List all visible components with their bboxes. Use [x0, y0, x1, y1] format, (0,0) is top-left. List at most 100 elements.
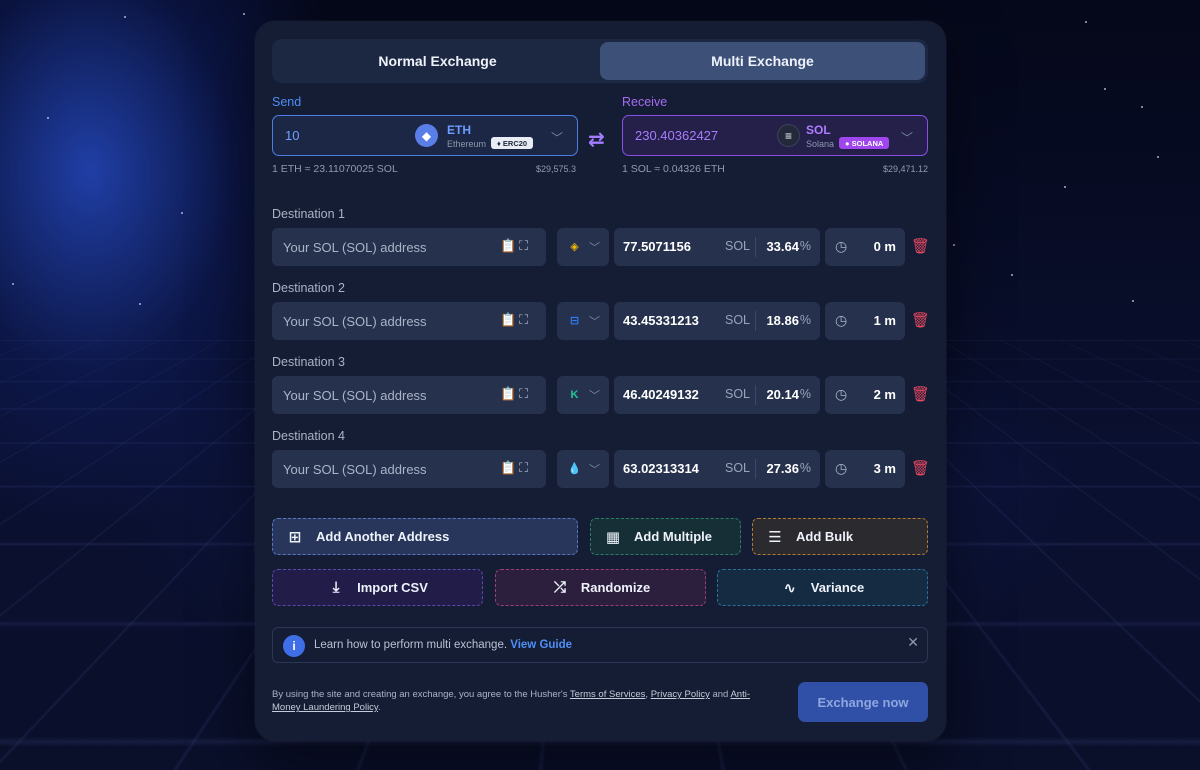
percent-value[interactable]: 18.86 [766, 313, 799, 328]
list-icon: ☰ [768, 528, 782, 546]
send-amount-input[interactable]: 10 [285, 128, 299, 143]
clipboard-icon[interactable]: 📋 [500, 238, 516, 254]
plus-square-icon: ⊞ [288, 528, 302, 546]
delay-value[interactable]: 0 m [874, 239, 896, 254]
destination-label: Destination 1 [272, 207, 345, 221]
star [1085, 21, 1087, 23]
trash-icon[interactable]: 🗑 [911, 311, 930, 329]
address-field[interactable]: 📋 ⛶ [272, 228, 546, 266]
view-guide-link[interactable]: View Guide [510, 639, 572, 651]
delay-value[interactable]: 2 m [874, 387, 896, 402]
amount-unit: SOL [725, 461, 751, 475]
address-input[interactable] [272, 387, 482, 403]
add-multiple-label: Add Multiple [634, 529, 712, 544]
amount-value[interactable]: 46.40249132 [623, 387, 699, 402]
delay-field[interactable]: ◷ 1 m [825, 302, 905, 340]
receive-rate: 1 SOL ≈ 0.04326 ETH [622, 163, 725, 175]
trash-icon[interactable]: 🗑 [911, 385, 930, 403]
destination-label: Destination 3 [272, 355, 345, 369]
address-field[interactable]: 📋 ⛶ [272, 450, 546, 488]
exchange-now-button[interactable]: Exchange now [798, 682, 928, 722]
exchange-mode-tabs: Normal Exchange Multi Exchange [272, 39, 928, 83]
receive-symbol: SOL [806, 123, 831, 137]
address-field[interactable]: 📋 ⛶ [272, 302, 546, 340]
tab-multi-exchange[interactable]: Multi Exchange [600, 42, 925, 80]
address-field[interactable]: 📋 ⛶ [272, 376, 546, 414]
delay-field[interactable]: ◷ 0 m [825, 228, 905, 266]
terms-of-services-link[interactable]: Terms of Services [570, 689, 646, 700]
star [243, 13, 245, 15]
amount-field[interactable]: 77.5071156 SOL 33.64 % [614, 228, 820, 266]
send-label: Send [272, 95, 302, 109]
destination-label: Destination 4 [272, 429, 345, 443]
amount-field[interactable]: 43.45331213 SOL 18.86 % [614, 302, 820, 340]
table-icon: ▦ [605, 528, 621, 546]
divider [755, 311, 756, 331]
chevron-down-icon[interactable]: ﹀ [589, 239, 600, 255]
exchange-select[interactable]: 💧 ﹀ [557, 450, 609, 488]
import-csv-label: Import CSV [357, 580, 428, 595]
amount-field[interactable]: 46.40249132 SOL 20.14 % [614, 376, 820, 414]
receive-label: Receive [622, 95, 668, 109]
amount-unit: SOL [725, 239, 751, 253]
tab-normal-exchange[interactable]: Normal Exchange [275, 42, 600, 80]
chevron-down-icon[interactable]: ﹀ [901, 129, 913, 146]
amount-value[interactable]: 63.02313314 [623, 461, 699, 476]
star [1064, 186, 1066, 188]
delay-value[interactable]: 3 m [874, 461, 896, 476]
chevron-down-icon[interactable]: ﹀ [589, 461, 600, 477]
terms-text: By using the site and creating an exchan… [272, 689, 750, 713]
scan-icon[interactable]: ⛶ [519, 386, 528, 402]
close-icon[interactable]: ✕ [907, 634, 919, 651]
randomize-button[interactable]: ⤮ Randomize [495, 569, 706, 606]
clipboard-icon[interactable]: 📋 [500, 460, 516, 476]
import-csv-button[interactable]: ⤓ Import CSV [272, 569, 483, 606]
add-another-address-label: Add Another Address [316, 529, 450, 544]
exchange-panel: Normal Exchange Multi Exchange Send Rece… [255, 21, 946, 741]
exchange-select[interactable]: ⊟ ﹀ [557, 302, 609, 340]
address-input[interactable] [272, 461, 482, 477]
privacy-policy-link[interactable]: Privacy Policy [651, 689, 710, 700]
trash-icon[interactable]: 🗑 [911, 459, 930, 477]
clipboard-icon[interactable]: 📋 [500, 312, 516, 328]
percent-value[interactable]: 33.64 [766, 239, 799, 254]
scan-icon[interactable]: ⛶ [519, 460, 528, 476]
delay-field[interactable]: ◷ 3 m [825, 450, 905, 488]
exchange-select[interactable]: K ﹀ [557, 376, 609, 414]
amount-value[interactable]: 77.5071156 [623, 239, 691, 254]
kucoin-icon: K [570, 388, 579, 401]
chevron-down-icon[interactable]: ﹀ [589, 387, 600, 403]
clipboard-icon[interactable]: 📋 [500, 386, 516, 402]
amount-value[interactable]: 43.45331213 [623, 313, 699, 328]
variance-button[interactable]: ∿ Variance [717, 569, 928, 606]
drop-icon: 💧 [567, 463, 582, 475]
send-network: Ethereum [447, 139, 487, 149]
clock-icon: ◷ [835, 312, 848, 328]
add-bulk-button[interactable]: ☰ Add Bulk [752, 518, 928, 555]
trash-icon[interactable]: 🗑 [911, 237, 930, 255]
chevron-down-icon[interactable]: ﹀ [589, 313, 600, 329]
delay-value[interactable]: 1 m [874, 313, 896, 328]
swap-icon[interactable]: ⇄ [588, 127, 605, 152]
variance-label: Variance [810, 580, 865, 595]
amount-field[interactable]: 63.02313314 SOL 27.36 % [614, 450, 820, 488]
add-multiple-button[interactable]: ▦ Add Multiple [590, 518, 741, 555]
percent-value[interactable]: 20.14 [766, 387, 799, 402]
star [1141, 106, 1143, 108]
scan-icon[interactable]: ⛶ [519, 238, 528, 254]
address-input[interactable] [272, 313, 482, 329]
add-another-address-button[interactable]: ⊞ Add Another Address [272, 518, 578, 555]
info-message: Learn how to perform multi exchange. [314, 639, 508, 651]
solana-icon: ≡ [777, 124, 800, 147]
divider [755, 237, 756, 257]
chevron-down-icon[interactable]: ﹀ [551, 129, 563, 146]
percent-sign: % [799, 313, 811, 327]
percent-value[interactable]: 27.36 [766, 461, 799, 476]
exchange-select[interactable]: ◈ ﹀ [557, 228, 609, 266]
receive-currency-box[interactable]: 230.40362427 ≡ SOL Solana ● SOLANA ﹀ [622, 115, 928, 156]
delay-field[interactable]: ◷ 2 m [825, 376, 905, 414]
send-currency-box[interactable]: 10 ◆ ETH Ethereum ♦ ERC20 ﹀ [272, 115, 578, 156]
scan-icon[interactable]: ⛶ [519, 312, 528, 328]
star [1104, 88, 1106, 90]
address-input[interactable] [272, 239, 482, 255]
